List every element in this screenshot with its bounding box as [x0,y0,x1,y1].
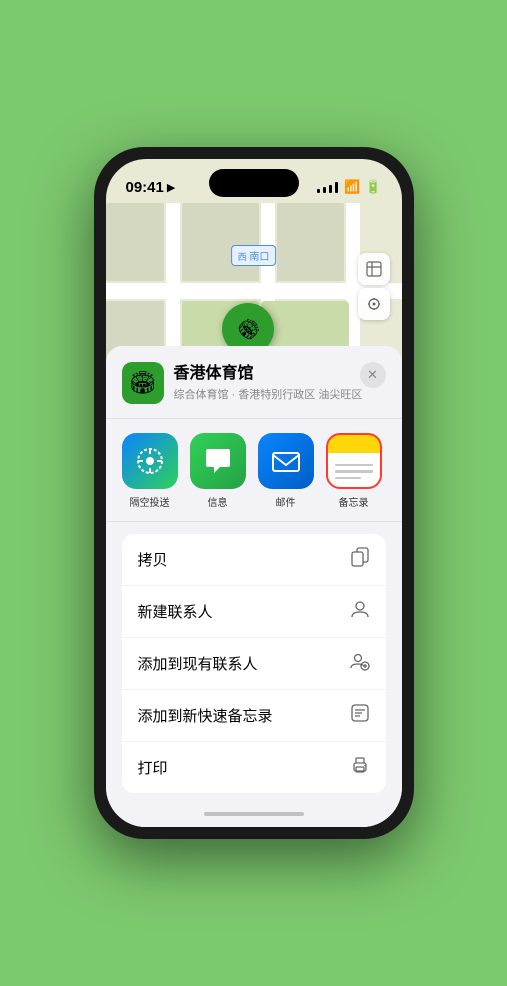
share-apps-scroll: 隔空投送 信息 [122,433,386,509]
venue-header: 🏟 香港体育馆 综合体育馆 · 香港特别行政区 油尖旺区 ✕ [106,362,402,419]
status-time: 09:41 [126,179,164,196]
notes-label: 备忘录 [339,494,369,509]
print-label: 打印 [138,757,168,778]
action-print[interactable]: 打印 [122,742,386,793]
share-app-notes[interactable]: 备忘录 [326,433,382,509]
messages-label: 信息 [208,494,228,509]
add-existing-icon [350,651,370,676]
venue-emoji: 🏟 [129,370,157,396]
location-icon: ▶ [167,181,175,194]
print-icon [350,755,370,780]
airdrop-icon [122,433,178,489]
map-type-button[interactable] [358,253,390,285]
battery-icon: 🔋 [365,179,381,195]
copy-label: 拷贝 [138,549,168,570]
copy-icon [350,547,370,572]
add-existing-label: 添加到现有联系人 [138,653,258,674]
map-label: 西 南口 [231,245,277,266]
new-contact-icon [350,599,370,624]
map-controls [358,253,390,320]
messages-icon [190,433,246,489]
action-new-quick-note[interactable]: 添加到新快速备忘录 [122,690,386,742]
action-list: 拷贝 新建联系人 [122,534,386,793]
new-contact-label: 新建联系人 [138,601,213,622]
new-quick-note-label: 添加到新快速备忘录 [138,705,273,726]
action-copy[interactable]: 拷贝 [122,534,386,586]
close-icon: ✕ [367,367,378,383]
venue-name: 香港体育馆 [174,364,386,385]
marker-pin-inner: 🏟 [229,310,267,348]
phone-screen: 09:41 ▶ 📶 🔋 [106,159,402,827]
signal-icon [316,181,339,193]
share-apps-row: 隔空投送 信息 [106,419,402,522]
new-quick-note-icon [350,703,370,728]
wifi-icon: 📶 [344,179,360,195]
dynamic-island [209,169,299,197]
status-icons: 📶 🔋 [316,179,381,195]
home-bar [204,812,304,816]
share-app-mail[interactable]: 邮件 [258,433,314,509]
close-button[interactable]: ✕ [360,362,386,388]
location-button[interactable] [358,288,390,320]
mail-label: 邮件 [276,494,296,509]
venue-info: 香港体育馆 综合体育馆 · 香港特别行政区 油尖旺区 [174,364,386,403]
mail-icon [258,433,314,489]
venue-icon: 🏟 [122,362,164,404]
venue-subtitle: 综合体育馆 · 香港特别行政区 油尖旺区 [174,386,386,402]
airdrop-label: 隔空投送 [130,494,170,509]
action-add-existing-contact[interactable]: 添加到现有联系人 [122,638,386,690]
action-new-contact[interactable]: 新建联系人 [122,586,386,638]
bottom-sheet: 🏟 香港体育馆 综合体育馆 · 香港特别行政区 油尖旺区 ✕ [106,346,402,827]
map-label-text: 南口 [249,252,269,263]
share-app-messages[interactable]: 信息 [190,433,246,509]
home-indicator [106,793,402,827]
notes-icon [326,433,382,489]
phone-frame: 09:41 ▶ 📶 🔋 [94,147,414,839]
share-app-airdrop[interactable]: 隔空投送 [122,433,178,509]
marker-emoji: 🏟 [232,313,263,344]
